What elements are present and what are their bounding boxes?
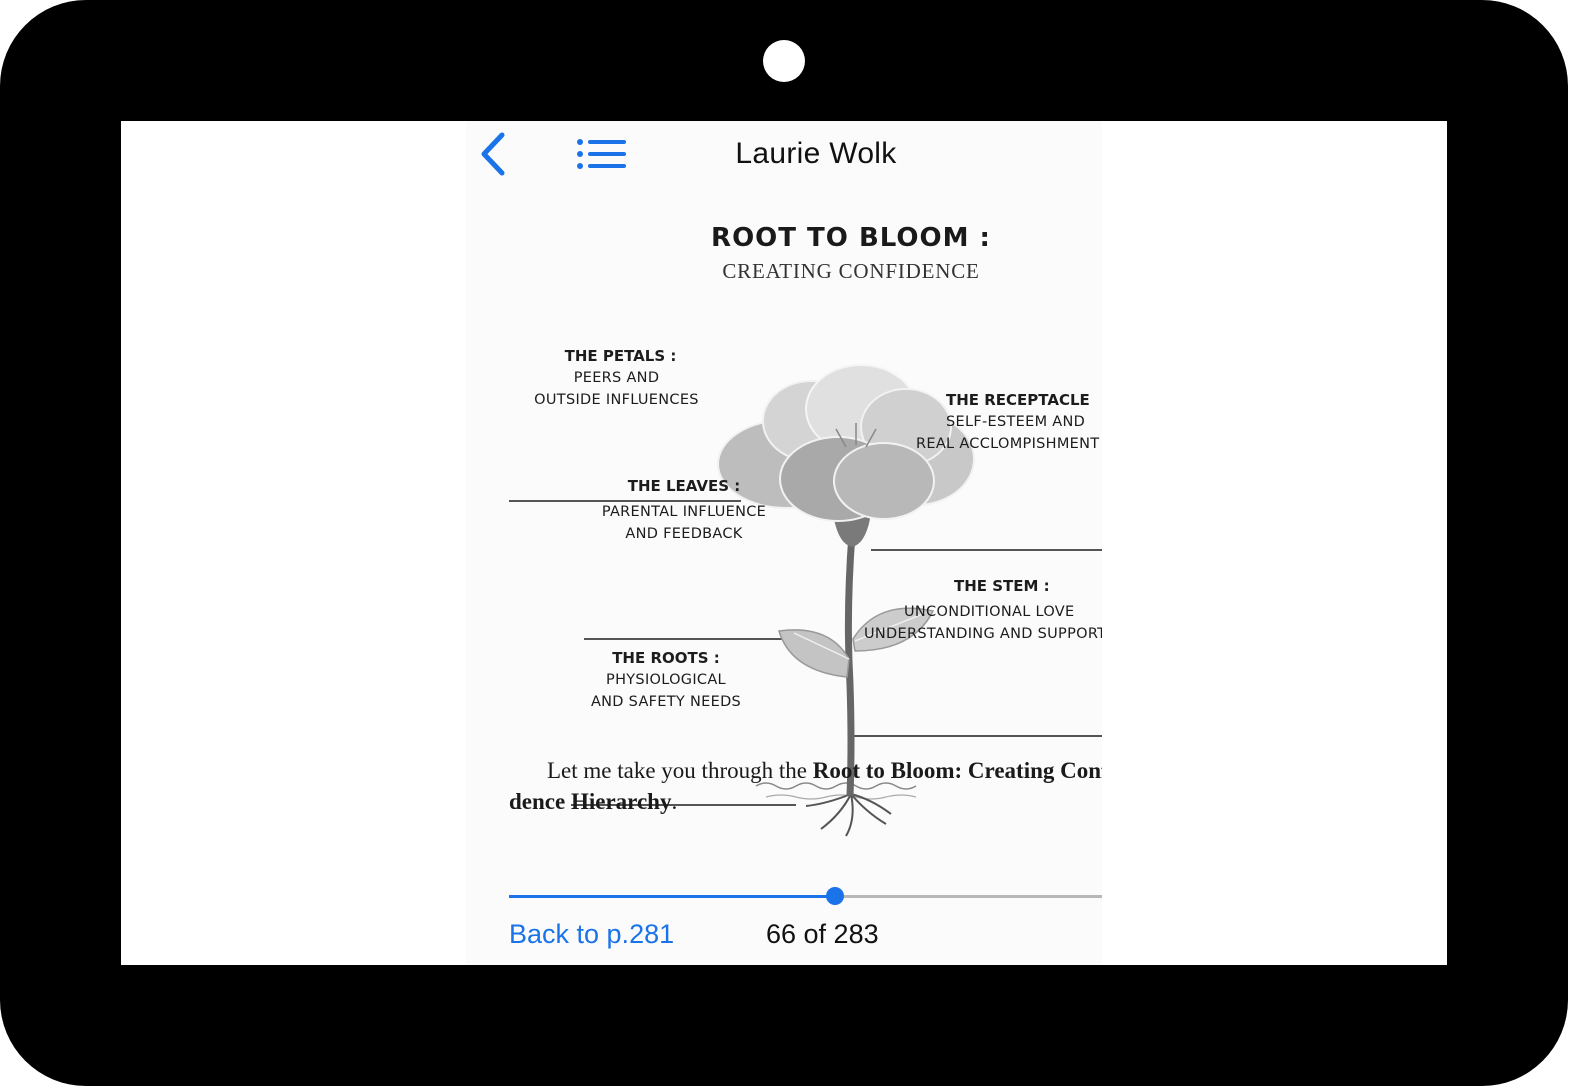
page-scrubber-knob[interactable] (825, 887, 844, 905)
page-scrubber[interactable] (509, 887, 1102, 905)
book-reader: Laurie Wolk ROOT TO BLOOM : CREATING CON… (466, 121, 1102, 965)
body-line-2-end: . (671, 789, 678, 814)
label-roots-line1: PHYSIOLOGICAL (606, 672, 726, 688)
book-title: Laurie Wolk (735, 137, 897, 170)
label-petals: THE PETALS : PEERS AND OUTSIDE INFLUENCE… (509, 345, 724, 411)
label-receptacle: THE RECEPTACLE SELF-ESTEEM AND REAL ACCL… (916, 389, 1102, 455)
label-leaves-heading: THE LEAVES : (627, 477, 741, 495)
body-line-2: dence Hierarchy. (509, 789, 677, 814)
label-leaves: THE LEAVES : PARENTAL INFLUENCE AND FEED… (584, 475, 784, 545)
body-line-2-bold: dence Hierarchy (509, 789, 672, 814)
label-roots-heading: THE ROOTS : (612, 649, 720, 667)
page-scrubber-fill (509, 895, 835, 898)
label-stem: THE STEM : UNCONDITIONAL LOVE UNDERSTAND… (864, 575, 1102, 645)
body-line-1: Let me take you through the Root to Bloo… (509, 755, 1102, 786)
body-line-1-bold: Root to Bloom: Creating Confi- (812, 758, 1102, 783)
back-button[interactable] (476, 131, 512, 177)
label-stem-line2: UNDERSTANDING AND SUPPORT (864, 626, 1102, 642)
label-petals-line2: OUTSIDE INFLUENCES (534, 392, 699, 408)
label-leaves-line2: AND FEEDBACK (625, 526, 743, 542)
screen: Laurie Wolk ROOT TO BLOOM : CREATING CON… (121, 121, 1447, 965)
label-receptacle-line1: SELF-ESTEEM AND (946, 414, 1086, 430)
label-roots: THE ROOTS : PHYSIOLOGICAL AND SAFETY NEE… (571, 647, 761, 713)
body-paragraph: Let me take you through the Root to Bloo… (509, 755, 1102, 817)
label-petals-heading: THE PETALS : (564, 347, 677, 365)
reader-toolbar: Laurie Wolk (466, 121, 1102, 189)
label-leaves-line1: PARENTAL INFLUENCE (601, 504, 767, 520)
chevron-left-icon (481, 132, 505, 176)
label-stem-heading: THE STEM : (954, 577, 1050, 595)
label-receptacle-line2: REAL ACCLOMPISHMENT (916, 436, 1100, 452)
label-receptacle-heading: THE RECEPTACLE (946, 391, 1090, 409)
table-of-contents-button[interactable] (576, 137, 628, 171)
label-roots-line2: AND SAFETY NEEDS (590, 694, 742, 710)
list-icon (577, 139, 626, 169)
page-count: 66 of 283 (766, 919, 879, 949)
back-to-page-link[interactable]: Back to p.281 (509, 919, 674, 950)
label-stem-line1: UNCONDITIONAL LOVE (904, 604, 1075, 620)
front-camera (763, 40, 805, 82)
body-line-1-plain: Let me take you through the (547, 758, 813, 783)
tablet-bezel: Laurie Wolk ROOT TO BLOOM : CREATING CON… (0, 0, 1568, 1086)
book-page: ROOT TO BLOOM : CREATING CONFIDENCE THE … (466, 189, 1102, 879)
label-petals-line1: PEERS AND (573, 370, 660, 386)
